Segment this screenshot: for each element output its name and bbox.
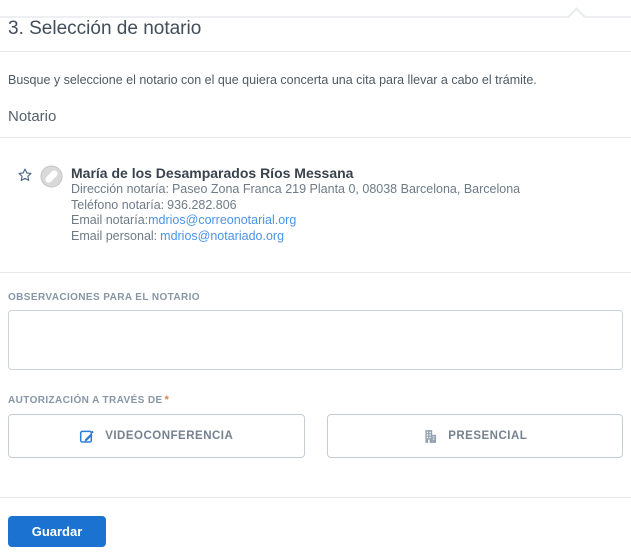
- authorization-label-text: AUTORIZACIÓN A TRAVÉS DE: [8, 395, 163, 406]
- notary-name: María de los Desamparados Ríos Messana: [71, 165, 354, 181]
- notary-personal-email: Email personal: mdrios@notariado.org: [71, 229, 520, 245]
- building-icon: [422, 428, 439, 445]
- divider: [0, 51, 631, 52]
- required-asterisk: *: [164, 394, 170, 406]
- favorite-star-icon[interactable]: [17, 167, 33, 183]
- notary-office-email: Email notaría:mdrios@correonotarial.org: [71, 213, 520, 229]
- presencial-option-button[interactable]: PRESENCIAL: [326, 414, 623, 458]
- authorization-options: VIDEOCONFERENCIA PRESENCIAL: [8, 414, 623, 458]
- notary-list-item[interactable]: María de los Desamparados Ríos Messana D…: [8, 165, 623, 244]
- office-email-link[interactable]: mdrios@correonotarial.org: [148, 213, 296, 227]
- videoconference-option-label: VIDEOCONFERENCIA: [105, 430, 234, 442]
- divider: [0, 497, 631, 498]
- observations-label: OBSERVACIONES PARA EL NOTARIO: [8, 292, 200, 303]
- observations-textarea[interactable]: [8, 310, 623, 370]
- personal-email-label: Email personal:: [71, 228, 158, 243]
- address-label: Dirección notaría:: [71, 182, 169, 196]
- authorization-label: AUTORIZACIÓN A TRAVÉS DE *: [8, 394, 623, 406]
- presencial-option-label: PRESENCIAL: [448, 430, 528, 442]
- address-value: Paseo Zona Franca 219 Planta 0, 08038 Ba…: [171, 182, 521, 196]
- notary-address: Dirección notaría: Paseo Zona Franca 219 …: [71, 182, 520, 198]
- top-divider: [0, 7, 631, 26]
- notary-section-label: Notario: [8, 108, 57, 125]
- notary-info: María de los Desamparados Ríos Messana D…: [71, 165, 520, 244]
- phone-value: 936.282.806: [167, 197, 237, 212]
- notary-phone: Teléfono notaría: 936.282.806: [71, 198, 520, 214]
- notary-selection-page: 3. Selección de notario Busque y selecci…: [0, 7, 631, 554]
- videoconference-option-button[interactable]: VIDEOCONFERENCIA: [8, 414, 305, 458]
- avatar: [40, 165, 63, 188]
- intro-description: Busque y seleccione el notario con el qu…: [8, 73, 537, 87]
- personal-email-link[interactable]: mdrios@notariado.org: [160, 229, 284, 243]
- divider: [0, 272, 631, 273]
- signature-screen-icon: [79, 428, 96, 445]
- office-email-label: Email notaría:: [71, 213, 149, 227]
- divider: [0, 137, 631, 138]
- page-title: 3. Selección de notario: [8, 18, 202, 39]
- save-button[interactable]: Guardar: [8, 516, 106, 547]
- phone-label: Teléfono notaría:: [71, 197, 165, 212]
